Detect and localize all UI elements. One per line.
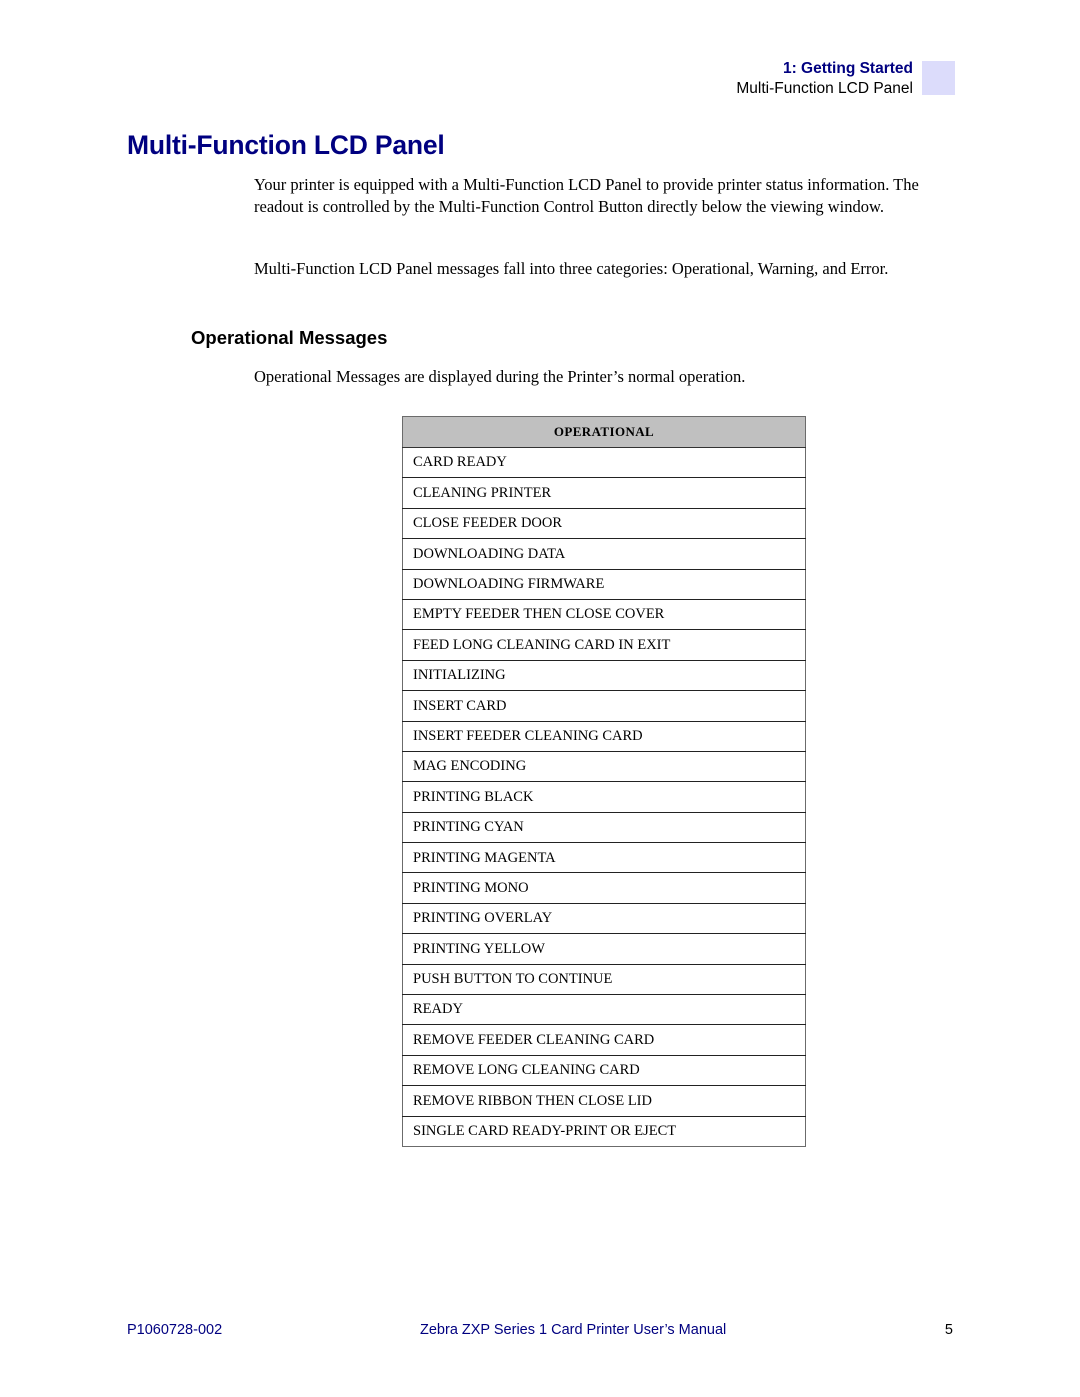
operational-messages-table: OPERATIONAL CARD READY CLEANING PRINTER CL…: [402, 416, 806, 1147]
table-row: PRINTING CYAN: [402, 811, 806, 843]
categories-paragraph: Multi-Function LCD Panel messages fall i…: [254, 259, 889, 278]
message-cell: DOWNLOADING FIRMWARE: [402, 568, 806, 600]
table-row: PRINTING MAGENTA: [402, 842, 806, 873]
intro-paragraph: Your printer is equipped with a Multi-Fu…: [254, 175, 919, 216]
table-row: PRINTING MONO: [402, 872, 806, 904]
message-cell: PRINTING MAGENTA: [402, 842, 806, 873]
message-cell: EMPTY FEEDER THEN CLOSE COVER: [402, 598, 806, 630]
table-row: MAG ENCODING: [402, 750, 806, 782]
table-header: OPERATIONAL: [402, 416, 806, 448]
message-cell: PRINTING CYAN: [402, 811, 806, 843]
table-row: PRINTING YELLOW: [402, 933, 806, 965]
message-cell: READY: [402, 994, 806, 1025]
message-cell: PRINTING BLACK: [402, 781, 806, 813]
message-cell: PRINTING OVERLAY: [402, 902, 806, 934]
table-row: PUSH BUTTON TO CONTINUE: [402, 963, 806, 995]
table-row: REMOVE RIBBON THEN CLOSE LID: [402, 1085, 806, 1117]
table-row: REMOVE FEEDER CLEANING CARD: [402, 1024, 806, 1056]
message-cell: DOWNLOADING DATA: [402, 538, 806, 570]
chapter-label: 1: Getting Started: [782, 60, 913, 77]
table-row: CLEANING PRINTER: [402, 477, 806, 509]
message-cell: INSERT FEEDER CLEANING CARD: [402, 720, 806, 752]
manual-title: Zebra ZXP Series 1 Card Printer User’s M…: [420, 1322, 727, 1338]
message-cell: PRINTING MONO: [402, 872, 806, 904]
table-row: DOWNLOADING DATA: [402, 538, 806, 570]
table-row: CLOSE FEEDER DOOR: [402, 507, 806, 539]
table-header-row: OPERATIONAL: [402, 416, 806, 448]
message-cell: REMOVE FEEDER CLEANING CARD: [402, 1024, 806, 1056]
page-number: 5: [944, 1322, 953, 1338]
table-row: PRINTING BLACK: [402, 781, 806, 813]
table-row: CARD READY: [402, 446, 806, 478]
running-header: 1: Getting Started Multi-Function LCD Pa…: [736, 59, 913, 99]
table-row: REMOVE LONG CLEANING CARD: [402, 1054, 806, 1086]
table-row: SINGLE CARD READY-PRINT OR EJECT: [402, 1115, 806, 1147]
section-heading: Operational Messages: [191, 327, 388, 348]
message-cell: MAG ENCODING: [402, 750, 806, 782]
doc-number: P1060728-002: [127, 1322, 223, 1338]
message-cell: CLOSE FEEDER DOOR: [402, 507, 806, 539]
table-row: PRINTING OVERLAY: [402, 902, 806, 934]
chapter-tab-marker: [922, 61, 955, 95]
table-row: FEED LONG CLEANING CARD IN EXIT: [402, 629, 806, 661]
message-cell: INITIALIZING: [402, 659, 806, 691]
table-row: INSERT FEEDER CLEANING CARD: [402, 720, 806, 752]
message-cell: REMOVE RIBBON THEN CLOSE LID: [402, 1085, 806, 1117]
table-row: INSERT CARD: [402, 690, 806, 722]
message-cell: SINGLE CARD READY-PRINT OR EJECT: [402, 1115, 806, 1147]
table-row: INITIALIZING: [402, 659, 806, 691]
section-label: Multi-Function LCD Panel: [736, 80, 913, 97]
page-title: Multi-Function LCD Panel: [127, 130, 445, 160]
table-row: DOWNLOADING FIRMWARE: [402, 568, 806, 600]
message-cell: FEED LONG CLEANING CARD IN EXIT: [402, 629, 806, 661]
message-cell: REMOVE LONG CLEANING CARD: [402, 1054, 806, 1086]
message-cell: CARD READY: [402, 446, 806, 478]
message-cell: INSERT CARD: [402, 690, 806, 722]
section-intro: Operational Messages are displayed durin…: [254, 367, 746, 386]
table-row: READY: [402, 994, 806, 1025]
table-row: EMPTY FEEDER THEN CLOSE COVER: [402, 598, 806, 630]
message-cell: PRINTING YELLOW: [402, 933, 806, 965]
message-cell: PUSH BUTTON TO CONTINUE: [402, 963, 806, 995]
message-cell: CLEANING PRINTER: [402, 477, 806, 509]
